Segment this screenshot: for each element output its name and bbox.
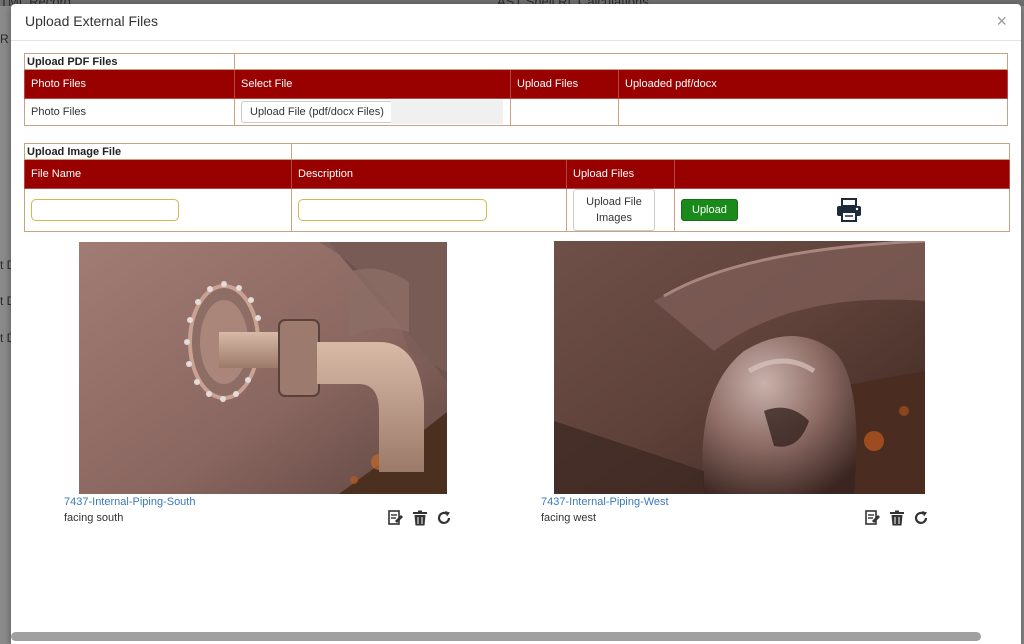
photo-title-link[interactable]: 7437-Internal-Piping-South	[64, 496, 195, 508]
modal-title: Upload External Files	[25, 13, 159, 29]
upload-images-cell: Upload File Images	[566, 188, 675, 232]
trash-icon[interactable]	[412, 510, 428, 526]
horizontal-scrollbar[interactable]	[11, 632, 981, 641]
description-cell	[291, 188, 567, 232]
pdf-header-photo-files: Photo Files	[24, 69, 235, 99]
pdf-table-header: Photo Files Select File Upload Files Upl…	[24, 69, 1008, 99]
upload-button[interactable]: Upload	[681, 199, 738, 221]
pdf-header-select-file: Select File	[234, 69, 511, 99]
file-name-cell	[24, 188, 292, 232]
pdf-row-label: Photo Files	[24, 98, 235, 126]
edit-icon[interactable]	[388, 510, 404, 526]
close-icon[interactable]: ×	[996, 12, 1007, 30]
file-name-input[interactable]	[31, 199, 179, 221]
photo-thumbnail[interactable]	[554, 241, 925, 494]
photo-thumbnail[interactable]	[79, 242, 447, 494]
upload-file-images-button[interactable]: Upload File Images	[573, 189, 655, 231]
pdf-uploaded-cell	[618, 98, 1008, 126]
pdf-upload-files-cell	[510, 98, 619, 126]
image-table-row: Upload File Images Upload	[24, 188, 1010, 232]
image-header-upload-files: Upload Files	[566, 159, 675, 189]
rotate-icon[interactable]	[436, 510, 452, 526]
photo-actions	[388, 510, 452, 526]
modal-header: Upload External Files ×	[11, 4, 1021, 41]
photo-actions	[865, 510, 929, 526]
pdf-upload-table: Upload PDF Files Photo Files Select File…	[24, 53, 1008, 126]
printer-icon[interactable]	[836, 198, 862, 222]
upload-file-images-label-line2: Images	[595, 212, 633, 224]
upload-pdf-file-button[interactable]: Upload File (pdf/docx Files)	[241, 100, 393, 123]
pdf-section-title: Upload PDF Files	[24, 53, 235, 70]
photo-description: facing west	[541, 512, 597, 524]
image-section-title: Upload Image File	[24, 143, 292, 160]
upload-external-files-modal: Upload External Files × Upload PDF Files…	[11, 4, 1021, 644]
background-side-label: R	[0, 32, 9, 46]
trash-icon[interactable]	[889, 510, 905, 526]
image-header-file-name: File Name	[24, 159, 292, 189]
photo-description: facing south	[64, 512, 124, 524]
upload-actions-cell: Upload	[674, 188, 1010, 232]
image-upload-table: Upload Image File File Name Description …	[24, 143, 1010, 232]
pdf-header-uploaded: Uploaded pdf/docx	[618, 69, 1008, 99]
photo-title-link[interactable]: 7437-Internal-Piping-West	[541, 496, 669, 508]
pdf-section-title-spacer	[234, 53, 1008, 70]
pdf-table-row: Photo Files Upload File (pdf/docx Files)	[24, 98, 1008, 126]
upload-file-images-label-line1: Upload File	[586, 196, 642, 208]
image-header-description: Description	[291, 159, 567, 189]
rotate-icon[interactable]	[913, 510, 929, 526]
edit-icon[interactable]	[865, 510, 881, 526]
file-name-display	[390, 100, 503, 124]
image-section-title-spacer	[291, 143, 1010, 160]
description-input[interactable]	[298, 199, 487, 221]
image-header-actions	[674, 159, 1010, 189]
pdf-header-upload-files: Upload Files	[510, 69, 619, 99]
image-table-header: File Name Description Upload Files	[24, 159, 1010, 189]
pdf-select-file-cell: Upload File (pdf/docx Files)	[234, 98, 511, 126]
